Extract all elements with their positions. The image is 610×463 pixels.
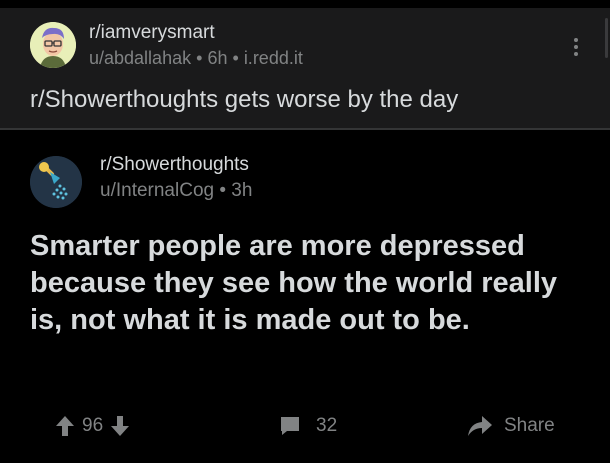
comments-group: 32 [278, 414, 343, 438]
action-bar: 96 32 Share [0, 410, 610, 446]
vote-count: 96 [82, 415, 104, 436]
cartoon-face-avatar-icon[interactable] [30, 22, 76, 68]
share-arrow-icon [468, 416, 492, 436]
outer-post-domain[interactable]: i.redd.it [244, 48, 303, 68]
meta-separator: • [219, 180, 227, 201]
shower-head-icon [30, 156, 82, 208]
outer-post-card[interactable]: r/iamverysmart u/abdallahak • 6h • i.red… [0, 8, 610, 128]
outer-subreddit-name[interactable]: r/iamverysmart [89, 22, 215, 44]
meta-separator: • [196, 48, 203, 68]
inner-post-age: 3h [231, 180, 253, 201]
inner-post-meta: u/InternalCog • 3h [100, 180, 252, 202]
screenshot-image[interactable]: r/Showerthoughts u/InternalCog • 3h Smar… [0, 130, 610, 463]
outer-post-title[interactable]: r/Showerthoughts gets worse by the day [30, 86, 458, 114]
top-strip [0, 0, 610, 8]
inner-post-title: Smarter people are more depressed becaus… [30, 230, 558, 336]
share-group: Share [466, 414, 555, 438]
comment-count: 32 [316, 415, 338, 436]
inner-subreddit-name: r/Showerthoughts [100, 154, 249, 175]
comment-bubble-icon [281, 417, 299, 435]
outer-username[interactable]: u/abdallahak [89, 48, 191, 68]
meta-separator: • [232, 48, 239, 68]
inner-username: u/InternalCog [100, 180, 215, 201]
share-label: Share [504, 415, 555, 436]
scrollbar[interactable] [605, 18, 608, 58]
vote-group: 96 [54, 414, 131, 438]
upvote-arrow-icon [56, 416, 74, 436]
outer-post-age: 6h [207, 48, 228, 68]
downvote-arrow-icon [111, 416, 130, 436]
kebab-menu-icon[interactable] [573, 38, 579, 58]
outer-post-meta: u/abdallahak • 6h • i.redd.it [89, 48, 303, 69]
